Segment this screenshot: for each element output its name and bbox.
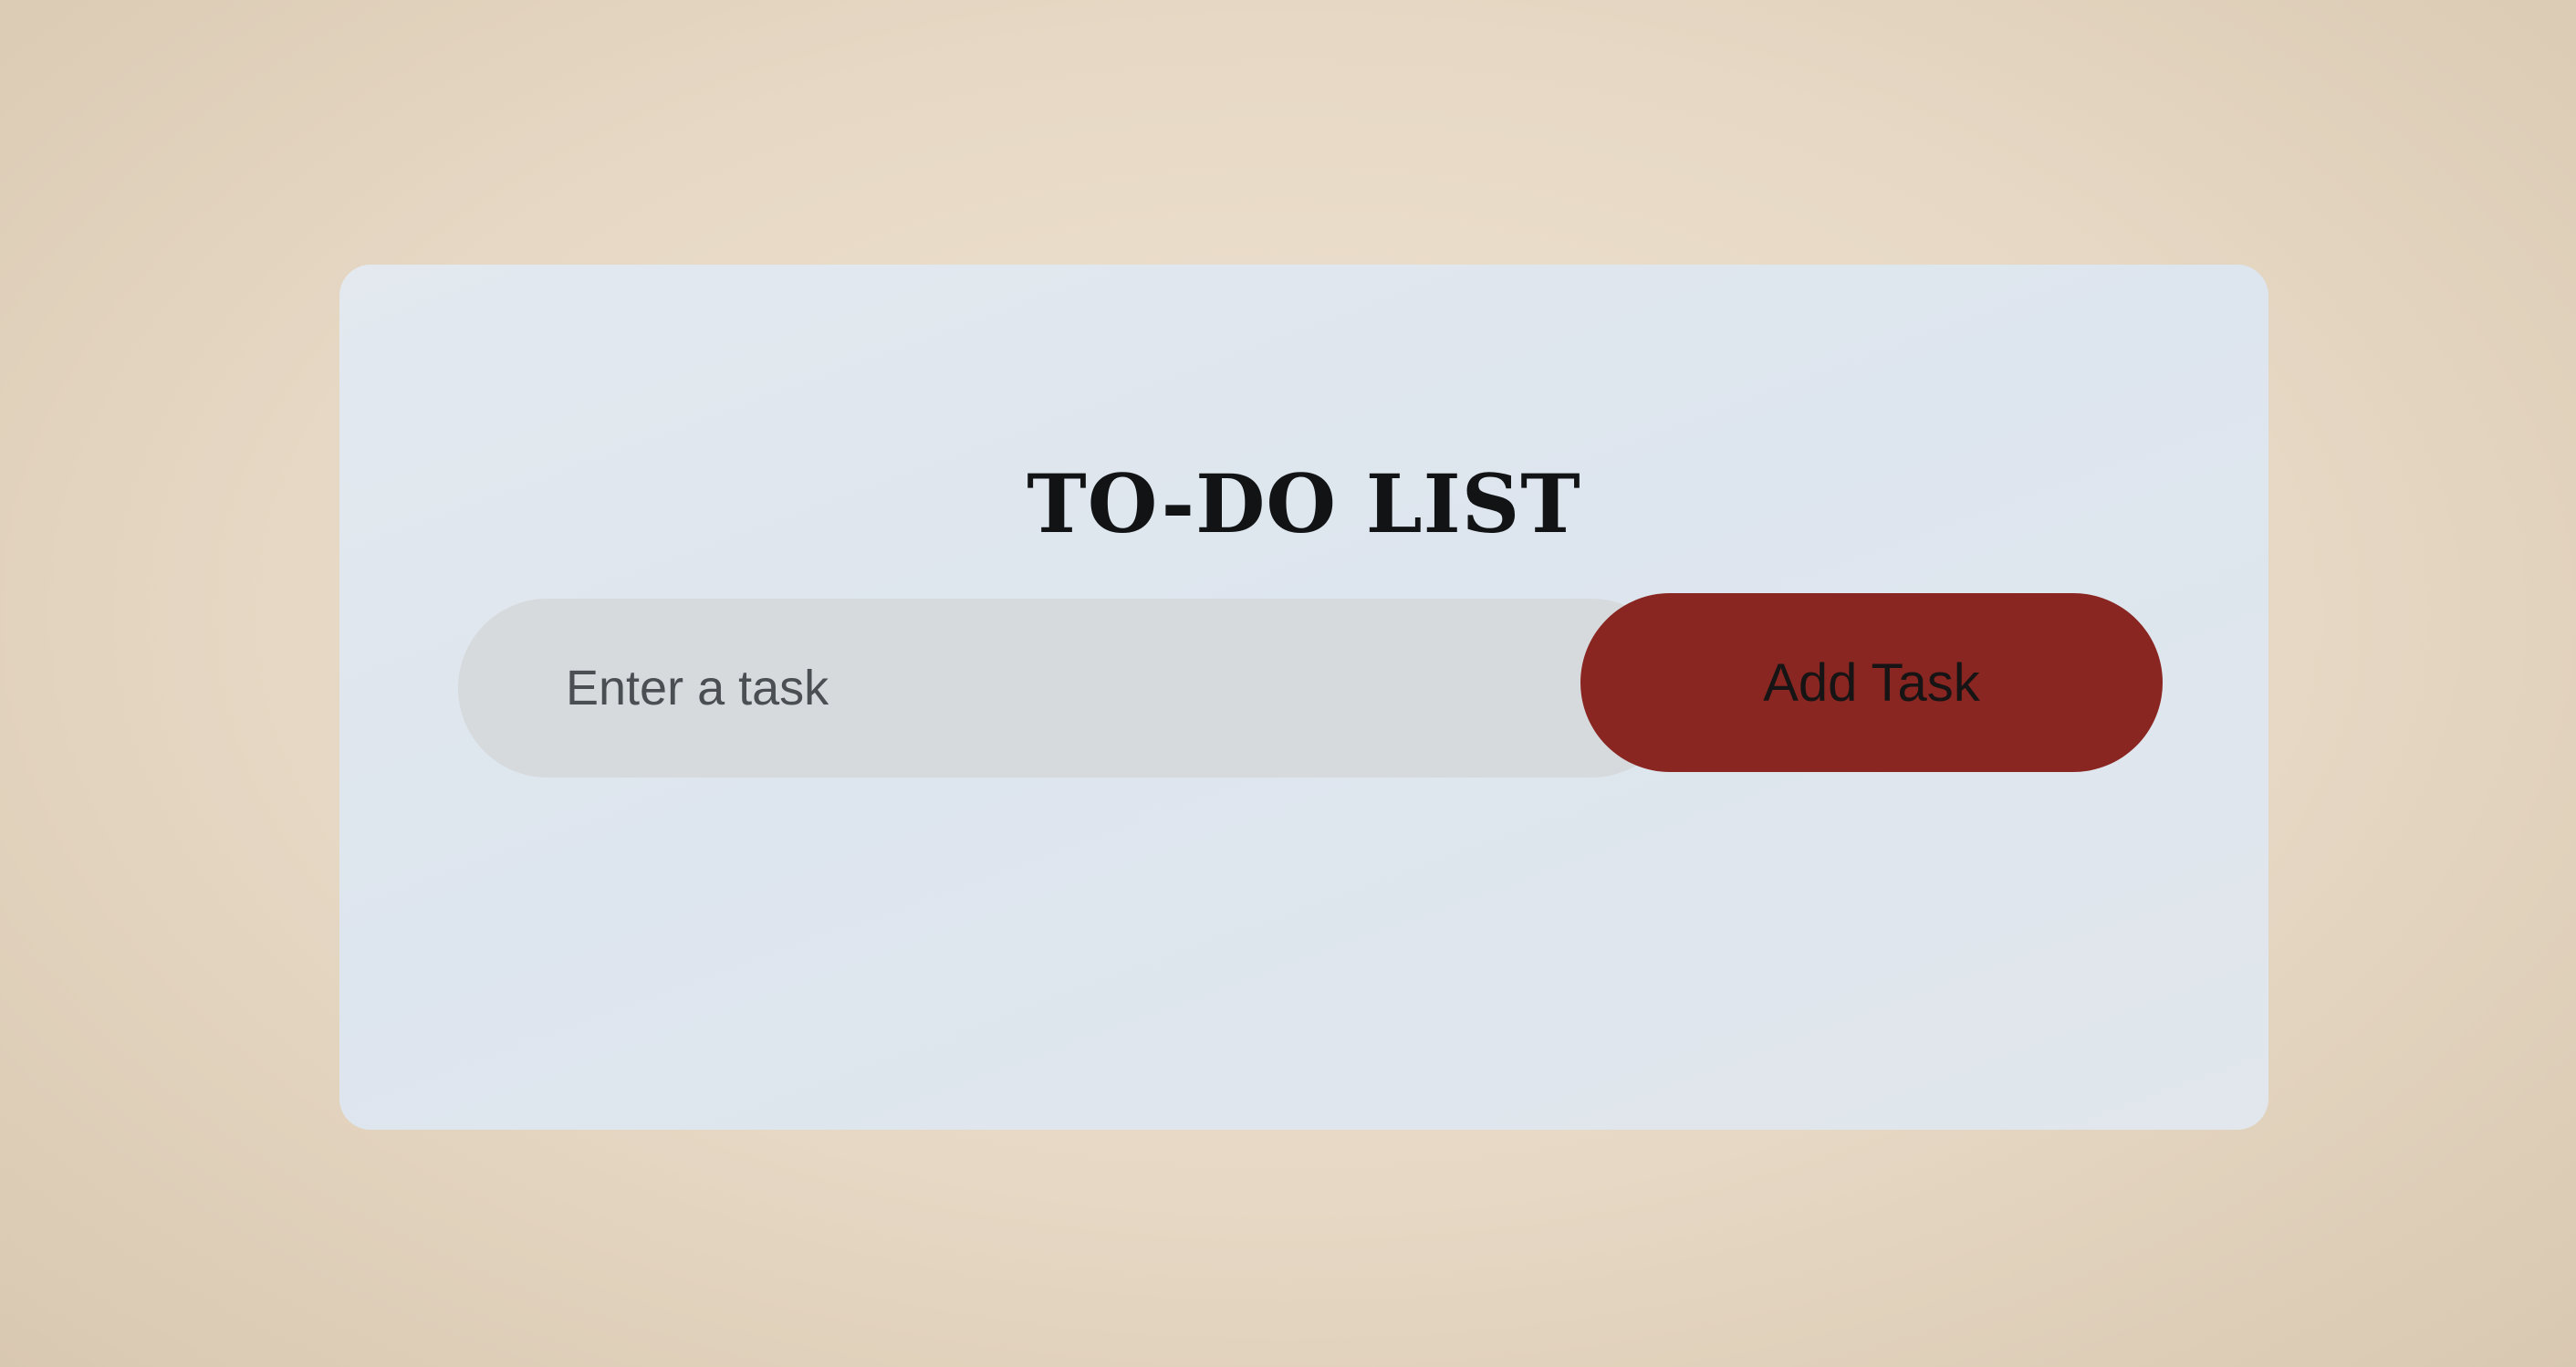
task-input[interactable] xyxy=(458,599,1681,777)
task-entry-row: Add Task xyxy=(458,593,2163,783)
page-title: TO-DO LIST xyxy=(1027,456,1581,551)
todo-card: TO-DO LIST Add Task xyxy=(339,265,2268,1130)
add-task-button[interactable]: Add Task xyxy=(1580,593,2163,772)
